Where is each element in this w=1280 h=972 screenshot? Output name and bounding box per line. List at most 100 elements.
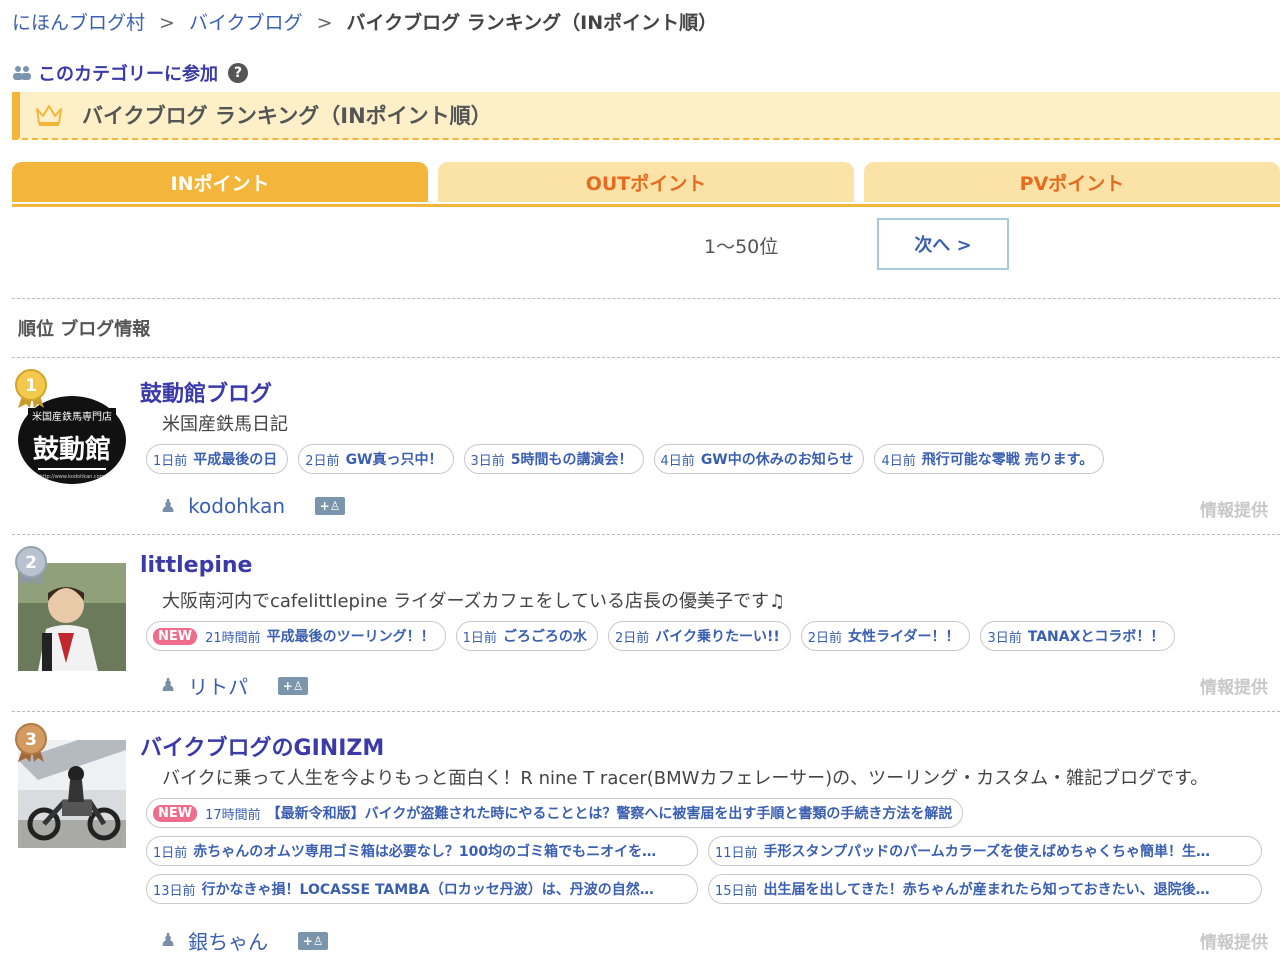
article-date: 2日前 — [807, 630, 842, 646]
crown-icon — [36, 105, 62, 126]
article-link[interactable]: 4日前 飛行可能な零戦 売ります。 — [874, 444, 1105, 474]
author-link[interactable]: リトパ — [188, 671, 248, 700]
article-date: 1日前 — [462, 630, 497, 646]
article-title: 平成最後の日 — [193, 452, 278, 468]
article-list: NEW 21時間前 平成最後のツーリング！！ 1日前 ごろごろの水 2日前 バイク乗りた… — [146, 621, 1176, 651]
new-badge: NEW — [153, 804, 198, 822]
rank-number: 2 — [25, 553, 37, 573]
article-date: 11日前 — [715, 845, 758, 861]
article-title: 平成最後のツーリング！！ — [266, 629, 435, 645]
author: ♟ kodohkan +♙ — [160, 494, 346, 518]
article-link[interactable]: 1日前 赤ちゃんのオムツ専用ゴミ箱は必要なし？100均のゴミ箱でもニオイを… — [146, 836, 698, 866]
article-link[interactable]: 1日前 平成最後の日 — [146, 444, 289, 474]
article-link[interactable]: NEW 17時間前 【最新令和版】バイクが盗難された時にやることとは？警察へに被害届… — [146, 798, 964, 828]
article-date: 17時間前 — [205, 807, 261, 823]
article-link[interactable]: 3日前 5時間もの講演会！ — [463, 444, 644, 474]
article-date: 21時間前 — [205, 630, 261, 646]
page-title-bar: バイクブログ ランキング（INポイント順） — [12, 92, 1280, 140]
table-header: 順位 ブログ情報 — [12, 299, 1280, 358]
blog-description: バイクに乗って人生を今よりもっと面白く！R nine T racer(BMWカフ… — [162, 768, 1209, 789]
help-icon[interactable]: ? — [228, 63, 248, 83]
person-icon: ♟ — [160, 675, 177, 696]
article-title: 出生届を出してきた！赤ちゃんが産まれたら知っておきたい、退院後… — [763, 882, 1210, 898]
gold-medal-icon: 1 — [15, 369, 47, 408]
tab-out-points[interactable]: OUTポイント — [438, 162, 854, 202]
article-date: 3日前 — [470, 453, 505, 469]
info-provide-link[interactable]: 情報提供 — [1200, 673, 1268, 698]
article-date: 2日前 — [614, 630, 650, 646]
thumb-url: http://www.kodohkan.com — [39, 474, 104, 480]
breadcrumb-separator: > — [159, 12, 175, 34]
follow-button[interactable]: +♙ — [278, 676, 309, 695]
article-title: GW真っ只中！ — [345, 452, 443, 468]
blog-description: 大阪南河内でcafelittlepine ライダーズカフェをしている店長の優美子… — [162, 591, 786, 612]
blog-description: 米国産鉄馬日記 — [162, 414, 288, 435]
article-link[interactable]: 4日前 GW中の休みのお知らせ — [653, 444, 865, 474]
article-date: 3日前 — [987, 630, 1022, 646]
people-icon — [13, 66, 31, 80]
ranking-table: 順位 ブログ情報 米国産鉄馬専門店 鼓動館 http://www.kodohka… — [12, 298, 1280, 961]
article-title: GW中の休みのお知らせ — [700, 452, 854, 468]
article-title: 女性ライダー！！ — [848, 629, 960, 645]
author-link[interactable]: kodohkan — [188, 494, 285, 518]
article-date: 1日前 — [153, 453, 188, 469]
tab-in-points[interactable]: INポイント — [12, 162, 428, 202]
article-link[interactable]: 2日前 バイク乗りたーい!! — [607, 621, 791, 651]
next-page-button[interactable]: 次へ > — [877, 218, 1009, 270]
page-title: バイクブログ ランキング（INポイント順） — [82, 104, 492, 128]
breadcrumb-separator: > — [316, 12, 333, 34]
new-badge: NEW — [153, 627, 198, 645]
author: ♟ 銀ちゃん +♙ — [160, 926, 329, 955]
article-date: 13日前 — [153, 883, 196, 899]
article-date: 1日前 — [153, 845, 188, 861]
blog-title-link[interactable]: littlepine — [140, 553, 252, 578]
blog-title-link[interactable]: バイクブログのGINIZM — [140, 730, 384, 762]
ranking-row: 米国産鉄馬専門店 鼓動館 http://www.kodohkan.com 1 鼓… — [12, 358, 1280, 535]
breadcrumb-home-link[interactable]: にほんブログ村 — [12, 12, 145, 34]
article-link[interactable]: 1日前 ごろごろの水 — [455, 621, 598, 651]
article-title: 赤ちゃんのオムツ専用ゴミ箱は必要なし？100均のゴミ箱でもニオイを… — [193, 844, 657, 860]
ranking-row: 2 littlepine 大阪南河内でcafelittlepine ライダーズカ… — [12, 535, 1280, 712]
article-title: ごろごろの水 — [502, 629, 587, 645]
article-link[interactable]: 2日前 女性ライダー！！ — [800, 621, 971, 651]
info-provide-link[interactable]: 情報提供 — [1200, 496, 1268, 521]
article-link[interactable]: 13日前 行かなきゃ損！LOCASSE TAMBA（ロカッセ丹波）は、丹波の自然… — [146, 874, 698, 904]
ranking-row: 3 バイクブログのGINIZM バイクに乗って人生を今よりもっと面白く！R ni… — [12, 712, 1280, 972]
info-provide-link[interactable]: 情報提供 — [1200, 928, 1268, 953]
join-category-link[interactable]: このカテゴリーに参加 ? — [12, 60, 248, 86]
article-link[interactable]: NEW 21時間前 平成最後のツーリング！！ — [146, 621, 446, 651]
ranking-tabs: INポイント OUTポイント PVポイント — [12, 162, 1280, 207]
article-title: 手形スタンプパッドのパームカラーズを使えばめちゃくちゃ簡単！生… — [763, 844, 1211, 860]
article-list: 13日前 行かなきゃ損！LOCASSE TAMBA（ロカッセ丹波）は、丹波の自然…… — [146, 874, 1262, 904]
article-list: 1日前 赤ちゃんのオムツ専用ゴミ箱は必要なし？100均のゴミ箱でもニオイを… 11… — [146, 836, 1262, 866]
article-date: 2日前 — [305, 453, 340, 469]
article-title: 行かなきゃ損！LOCASSE TAMBA（ロカッセ丹波）は、丹波の自然… — [201, 882, 654, 898]
thumb-logo-text: 鼓動館 — [33, 434, 111, 465]
person-icon: ♟ — [160, 495, 177, 517]
breadcrumb: にほんブログ村 > バイクブログ > バイクブログ ランキング（INポイント順） — [12, 8, 717, 35]
pager-range: 1〜50位 — [704, 236, 779, 258]
article-link[interactable]: 11日前 手形スタンプパッドのパームカラーズを使えばめちゃくちゃ簡単！生… — [708, 836, 1262, 866]
blog-title-link[interactable]: 鼓動館ブログ — [140, 376, 272, 408]
article-link[interactable]: 15日前 出生届を出してきた！赤ちゃんが産まれたら知っておきたい、退院後… — [708, 874, 1262, 904]
article-list: NEW 17時間前 【最新令和版】バイクが盗難された時にやることとは？警察へに被害届… — [146, 798, 964, 828]
article-link[interactable]: 2日前 GW真っ只中！ — [298, 444, 454, 474]
breadcrumb-current: バイクブログ ランキング（INポイント順） — [346, 12, 718, 34]
rank-number: 1 — [25, 376, 37, 396]
tab-pv-points[interactable]: PVポイント — [864, 162, 1280, 202]
article-date: 4日前 — [660, 453, 695, 469]
article-date: 4日前 — [881, 453, 916, 469]
follow-button[interactable]: +♙ — [315, 497, 346, 515]
breadcrumb-category-link[interactable]: バイクブログ — [189, 12, 303, 34]
article-title: 5時間もの講演会！ — [510, 452, 633, 468]
silver-medal-icon: 2 — [15, 546, 47, 585]
author-link[interactable]: 銀ちゃん — [188, 926, 268, 955]
article-date: 15日前 — [715, 883, 758, 899]
thumb-shop-label: 米国産鉄馬専門店 — [32, 410, 112, 423]
bronze-medal-icon: 3 — [15, 723, 47, 762]
article-title: バイク乗りたーい!! — [655, 629, 780, 645]
article-link[interactable]: 3日前 TANAXとコラボ！！ — [980, 621, 1176, 651]
article-title: 飛行可能な零戦 売ります。 — [921, 452, 1094, 468]
rank-number: 3 — [25, 730, 37, 750]
follow-button[interactable]: +♙ — [298, 931, 329, 950]
